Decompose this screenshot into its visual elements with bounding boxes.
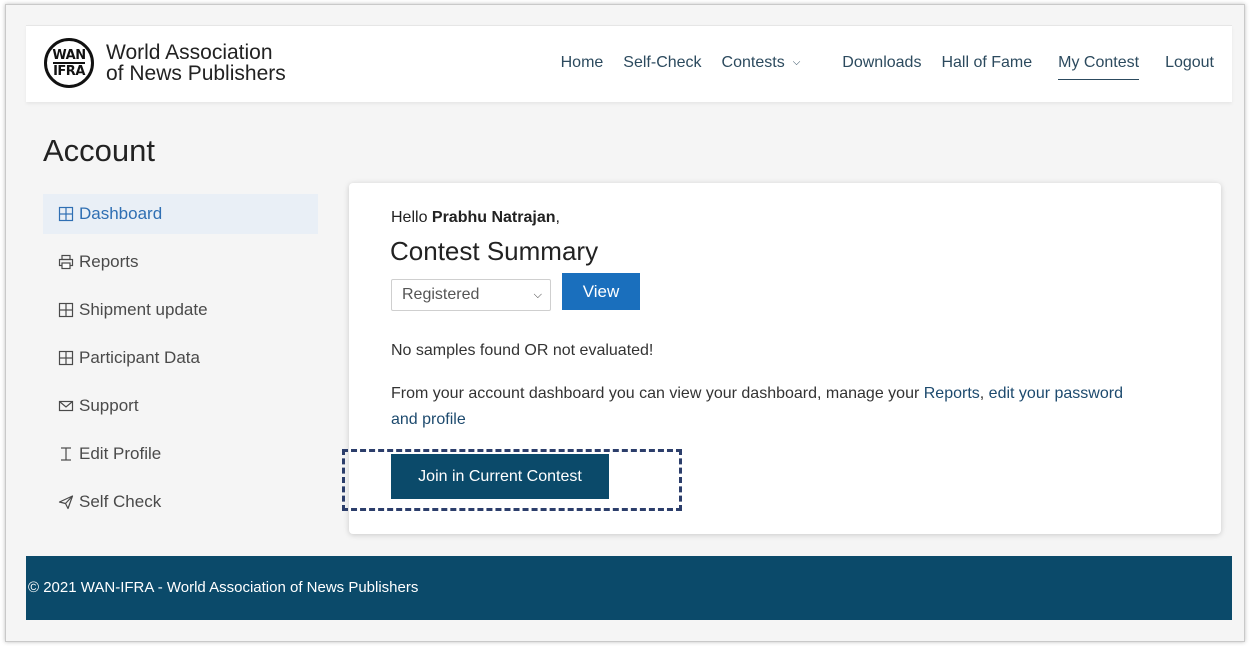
paper-plane-icon xyxy=(57,493,75,511)
site-footer: © 2021 WAN-IFRA - World Association of N… xyxy=(26,556,1232,620)
select-value: Registered xyxy=(402,286,480,303)
sidebar-item-label: Support xyxy=(79,396,139,415)
grid-icon xyxy=(57,349,75,367)
sidebar-item-label: Shipment update xyxy=(79,300,208,319)
wan-ifra-logo-icon: WAN IFRA xyxy=(44,38,94,88)
sidebar-item-label: Participant Data xyxy=(79,348,200,367)
sidebar-item-participant-data[interactable]: Participant Data xyxy=(43,338,318,378)
contest-status-select[interactable]: Registered ⌵ xyxy=(391,279,551,311)
site-header: WAN IFRA World Association of News Publi… xyxy=(26,25,1232,102)
chevron-down-icon: ⌵ xyxy=(792,57,801,68)
greeting: Hello Prabhu Natrajan, xyxy=(391,209,560,226)
sidebar-item-label: Reports xyxy=(79,252,139,271)
envelope-icon xyxy=(57,397,75,415)
sidebar-item-edit-profile[interactable]: Edit Profile xyxy=(43,434,318,474)
logo-text: World Association of News Publishers xyxy=(106,42,286,84)
chevron-down-icon: ⌵ xyxy=(533,289,542,301)
nav-home[interactable]: Home xyxy=(561,54,604,72)
sidebar-item-label: Edit Profile xyxy=(79,444,162,463)
logo-line-2: of News Publishers xyxy=(106,62,286,85)
grid-icon xyxy=(57,205,75,223)
nav-contests[interactable]: Contests ⌵ xyxy=(722,54,801,72)
sidebar-item-label: Dashboard xyxy=(79,204,163,223)
reports-link[interactable]: Reports xyxy=(924,385,980,402)
join-current-contest-button[interactable]: Join in Current Contest xyxy=(391,454,609,499)
nav-logout[interactable]: Logout xyxy=(1165,54,1214,72)
sidebar-item-shipment-update[interactable]: Shipment update xyxy=(43,290,318,330)
logo-line-1: World Association xyxy=(106,41,273,64)
sidebar-item-support[interactable]: Support xyxy=(43,386,318,426)
nav-self-check[interactable]: Self-Check xyxy=(623,54,701,72)
footer-copyright: © 2021 WAN-IFRA - World Association of N… xyxy=(28,579,419,596)
main-nav: Home Self-Check Contests ⌵ Downloads Hall… xyxy=(561,54,1214,80)
dashboard-description: From your account dashboard you can view… xyxy=(391,385,1123,428)
printer-icon xyxy=(57,253,75,271)
page-title: Account xyxy=(43,133,156,168)
nav-contests-label: Contests xyxy=(721,54,785,71)
grid-icon xyxy=(57,301,75,319)
no-samples-message: No samples found OR not evaluated! xyxy=(391,342,654,359)
account-sidebar: Dashboard Reports Shipment update Partic… xyxy=(43,194,318,530)
view-button[interactable]: View xyxy=(562,273,640,310)
nav-my-contest[interactable]: My Contest xyxy=(1058,54,1139,80)
page-frame: WAN IFRA World Association of News Publi… xyxy=(5,4,1245,642)
sidebar-item-reports[interactable]: Reports xyxy=(43,242,318,282)
dashboard-card: Hello Prabhu Natrajan, Contest Summary R… xyxy=(342,183,1221,534)
nav-downloads[interactable]: Downloads xyxy=(842,54,921,72)
sidebar-item-label: Self Check xyxy=(79,492,162,511)
nav-hall-of-fame[interactable]: Hall of Fame xyxy=(941,54,1032,72)
text-cursor-icon xyxy=(57,445,75,463)
site-logo[interactable]: WAN IFRA World Association of News Publi… xyxy=(44,37,286,89)
user-name: Prabhu Natrajan xyxy=(431,209,556,226)
sidebar-item-dashboard[interactable]: Dashboard xyxy=(43,194,318,234)
sidebar-item-self-check[interactable]: Self Check xyxy=(43,482,318,522)
contest-summary-title: Contest Summary xyxy=(390,236,599,266)
